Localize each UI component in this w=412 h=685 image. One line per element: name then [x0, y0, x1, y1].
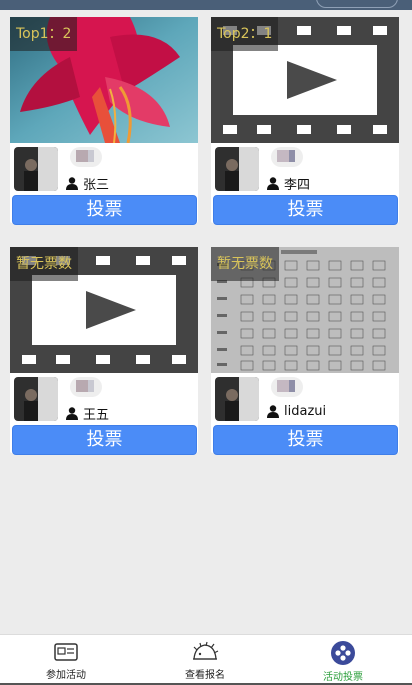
avatar — [215, 377, 259, 421]
vote-button[interactable]: 投票 — [213, 195, 398, 225]
user-name: lidazui — [284, 404, 327, 419]
rank-badge: 暂无票数 — [211, 247, 279, 281]
entry-card: Top1：2 张三 投票 — [10, 17, 198, 225]
blurred-avatar — [62, 375, 106, 397]
tab-label: 查看报名 — [185, 670, 225, 681]
user-name: 张三 — [83, 178, 110, 193]
tab-label: 参加活动 — [46, 670, 86, 681]
rank-badge: 暂无票数 — [10, 247, 78, 281]
blurred-avatar — [62, 145, 106, 167]
entry-thumbnail[interactable]: 暂无票数 — [10, 247, 198, 373]
blurred-avatar — [263, 145, 307, 167]
user-name: 李四 — [284, 178, 311, 193]
user-icon — [267, 177, 279, 190]
user-icon — [66, 407, 78, 420]
rank-badge: Top1：2 — [10, 17, 78, 51]
user-icon — [267, 405, 279, 418]
vote-button[interactable]: 投票 — [213, 425, 398, 455]
top-bar — [0, 0, 412, 10]
vote-dots-icon — [331, 641, 355, 665]
entry-thumbnail[interactable]: Top2：1 — [211, 17, 399, 143]
id-card-icon — [54, 643, 78, 661]
tab-label: 活动投票 — [323, 672, 363, 683]
entry-card: 暂无票数 lidazui 投票 — [211, 247, 399, 455]
entry-thumbnail[interactable]: Top1：2 — [10, 17, 198, 143]
hedgehog-icon — [193, 641, 219, 660]
bottom-tab-bar: 参加活动 查看报名 活动投票 — [0, 634, 412, 685]
avatar — [215, 147, 259, 191]
avatar — [14, 377, 58, 421]
user-name: 王五 — [83, 408, 110, 423]
entry-card: 暂无票数 王五 投票 — [10, 247, 198, 455]
top-pill — [316, 0, 398, 8]
entry-card: Top2：1 李四 投票 — [211, 17, 399, 225]
user-icon — [66, 177, 78, 190]
tab-join-activity[interactable]: 参加活动 — [21, 641, 111, 681]
tab-activity-vote[interactable]: 活动投票 — [298, 641, 388, 683]
tab-view-signups[interactable]: 查看报名 — [160, 641, 250, 681]
vote-button[interactable]: 投票 — [12, 425, 197, 455]
vote-button[interactable]: 投票 — [12, 195, 197, 225]
avatar — [14, 147, 58, 191]
rank-badge: Top2：1 — [211, 17, 279, 51]
entry-thumbnail[interactable]: 暂无票数 — [211, 247, 399, 373]
blurred-avatar — [263, 375, 307, 397]
